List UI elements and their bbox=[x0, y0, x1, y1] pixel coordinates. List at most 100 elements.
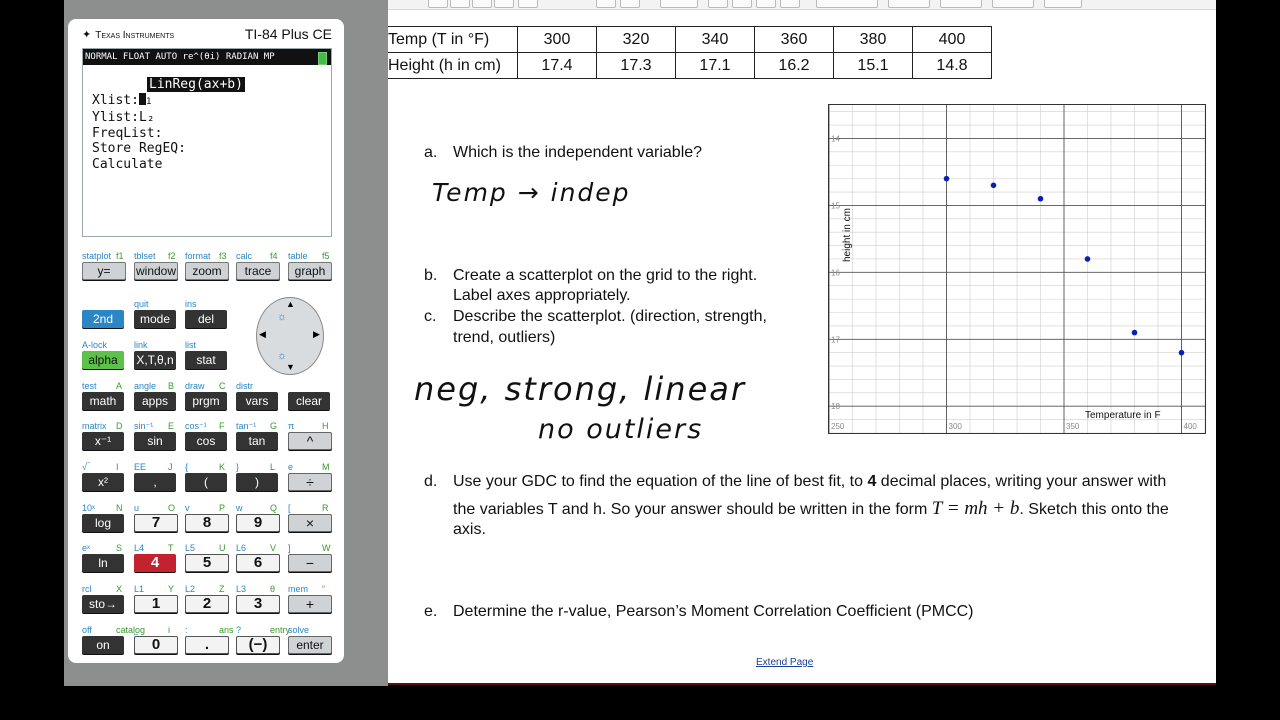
toolbar-icon[interactable] bbox=[816, 0, 878, 8]
toolbar-icon[interactable] bbox=[732, 0, 752, 8]
brand-text: Texas Instruments bbox=[95, 30, 175, 41]
key-symbol[interactable]: − bbox=[288, 554, 332, 572]
scatter-grid[interactable]: 250 300 350 400 18 17 16 15 14 Temperature in F he… bbox=[828, 104, 1206, 434]
key-symbol[interactable]: (−) bbox=[236, 636, 280, 654]
key-math[interactable]: math bbox=[82, 392, 124, 410]
menu-line[interactable]: Store RegEQ: bbox=[92, 141, 186, 157]
key-secondary-label: angle bbox=[134, 381, 157, 391]
toolbar-icon[interactable] bbox=[472, 0, 492, 8]
key-apps[interactable]: apps bbox=[134, 392, 176, 410]
table-cell: 15.1 bbox=[833, 52, 913, 79]
arrow-up-icon[interactable]: ▲ bbox=[286, 299, 295, 309]
key-alpha[interactable]: alpha bbox=[82, 351, 124, 369]
key-y[interactable]: y= bbox=[82, 262, 126, 280]
key-x[interactable]: x⁻¹ bbox=[82, 432, 124, 450]
key-symbol[interactable]: ÷ bbox=[288, 473, 332, 491]
key-secondary-label: D bbox=[116, 421, 123, 431]
arrow-pad[interactable]: ▲ ▼ ◀ ▶ ☼ ☼ bbox=[256, 297, 324, 375]
menu-line[interactable]: Calculate bbox=[92, 157, 186, 173]
key-sto[interactable]: sto→ bbox=[82, 595, 124, 613]
key-xtn[interactable]: X,T,θ,n bbox=[134, 351, 176, 369]
x-tick-label: 350 bbox=[1066, 422, 1080, 431]
key-4[interactable]: 4 bbox=[134, 554, 176, 572]
key-stat[interactable]: stat bbox=[185, 351, 227, 369]
question-text: . Sketch this onto the bbox=[1019, 501, 1169, 518]
toolbar-icon[interactable] bbox=[518, 0, 538, 8]
table-cell: 17.4 bbox=[517, 52, 597, 79]
key-window[interactable]: window bbox=[134, 262, 178, 280]
key-2[interactable]: 2 bbox=[185, 595, 229, 613]
key-symbol[interactable]: , bbox=[134, 473, 176, 491]
key-secondary-label: S bbox=[116, 543, 123, 553]
arrow-right-icon[interactable]: ▶ bbox=[313, 329, 320, 340]
key-enter[interactable]: enter bbox=[288, 636, 332, 654]
key-6[interactable]: 6 bbox=[236, 554, 280, 572]
key-7[interactable]: 7 bbox=[134, 514, 178, 532]
data-table: Temp (T in °F) 300 320 340 360 380 400 H… bbox=[388, 26, 992, 79]
key-2nd[interactable]: 2nd bbox=[82, 310, 124, 328]
key-del[interactable]: del bbox=[185, 310, 227, 328]
toolbar-icon[interactable] bbox=[780, 0, 800, 8]
toolbar-icon[interactable] bbox=[1044, 0, 1082, 8]
key-symbol[interactable]: + bbox=[288, 595, 332, 613]
table-cell: 380 bbox=[833, 26, 913, 53]
key-secondary-label: “ bbox=[322, 584, 325, 594]
key-1[interactable]: 1 bbox=[134, 595, 178, 613]
key-secondary-label: eˣ bbox=[82, 543, 90, 553]
key-secondary-label: L6 bbox=[236, 543, 247, 553]
key-3[interactable]: 3 bbox=[236, 595, 280, 613]
key-5[interactable]: 5 bbox=[185, 554, 229, 572]
y-tick-label: 16 bbox=[831, 268, 840, 277]
question-text: Describe the scatterplot. (direction, st… bbox=[453, 308, 767, 325]
toolbar-icon[interactable] bbox=[450, 0, 470, 8]
key-on[interactable]: on bbox=[82, 636, 124, 654]
key-prgm[interactable]: prgm bbox=[185, 392, 227, 410]
key-graph[interactable]: graph bbox=[288, 262, 332, 280]
key-symbol[interactable]: ^ bbox=[288, 432, 332, 450]
toolbar-icon[interactable] bbox=[756, 0, 776, 8]
toolbar-icon[interactable] bbox=[992, 0, 1034, 8]
key-log[interactable]: log bbox=[82, 514, 124, 532]
toolbar-icon[interactable] bbox=[708, 0, 728, 8]
key-mode[interactable]: mode bbox=[134, 310, 176, 328]
key-symbol[interactable]: × bbox=[288, 514, 332, 532]
key-symbol[interactable]: ) bbox=[236, 473, 278, 491]
question-text: Use your GDC to find the equation of the… bbox=[453, 473, 868, 490]
toolbar-icon[interactable] bbox=[660, 0, 698, 8]
key-symbol[interactable]: . bbox=[185, 636, 229, 654]
key-vars[interactable]: vars bbox=[236, 392, 278, 410]
toolbar-icon[interactable] bbox=[940, 0, 982, 8]
key-cos[interactable]: cos bbox=[185, 432, 227, 450]
key-x[interactable]: x² bbox=[82, 473, 124, 491]
key-zoom[interactable]: zoom bbox=[185, 262, 229, 280]
key-trace[interactable]: trace bbox=[236, 262, 280, 280]
handwritten-answer-c: neg, strong, linear bbox=[414, 370, 747, 408]
arrow-left-icon[interactable]: ◀ bbox=[259, 329, 266, 340]
key-secondary-label: U bbox=[219, 543, 226, 553]
key-secondary-label: off bbox=[82, 625, 92, 635]
key-tan[interactable]: tan bbox=[236, 432, 278, 450]
arrow-down-icon[interactable]: ▼ bbox=[286, 362, 295, 372]
menu-line[interactable]: FreqList: bbox=[92, 126, 186, 142]
menu-line[interactable]: Xlist: 1 bbox=[92, 92, 186, 111]
toolbar-icon[interactable] bbox=[428, 0, 448, 8]
key-secondary-label: v bbox=[185, 503, 190, 513]
key-secondary-label: [ bbox=[288, 503, 291, 513]
key-symbol[interactable]: ( bbox=[185, 473, 227, 491]
handwritten-answer-a: Temp → indep bbox=[432, 178, 631, 207]
key-clear[interactable]: clear bbox=[288, 392, 330, 410]
toolbar-icon[interactable] bbox=[620, 0, 640, 8]
key-0[interactable]: 0 bbox=[134, 636, 178, 654]
key-ln[interactable]: ln bbox=[82, 554, 124, 572]
key-8[interactable]: 8 bbox=[185, 514, 229, 532]
menu-line[interactable]: Ylist:L₂ bbox=[92, 110, 186, 126]
question-text-line: the variables T and h. So your answer sh… bbox=[453, 499, 1169, 520]
extend-page-link[interactable]: Extend Page bbox=[756, 657, 813, 668]
toolbar-icon[interactable] bbox=[888, 0, 930, 8]
key-secondary-label: L2 bbox=[185, 584, 196, 594]
toolbar-icon[interactable] bbox=[596, 0, 616, 8]
y-tick-label: 18 bbox=[831, 402, 840, 411]
toolbar-icon[interactable] bbox=[494, 0, 514, 8]
key-sin[interactable]: sin bbox=[134, 432, 176, 450]
key-9[interactable]: 9 bbox=[236, 514, 280, 532]
